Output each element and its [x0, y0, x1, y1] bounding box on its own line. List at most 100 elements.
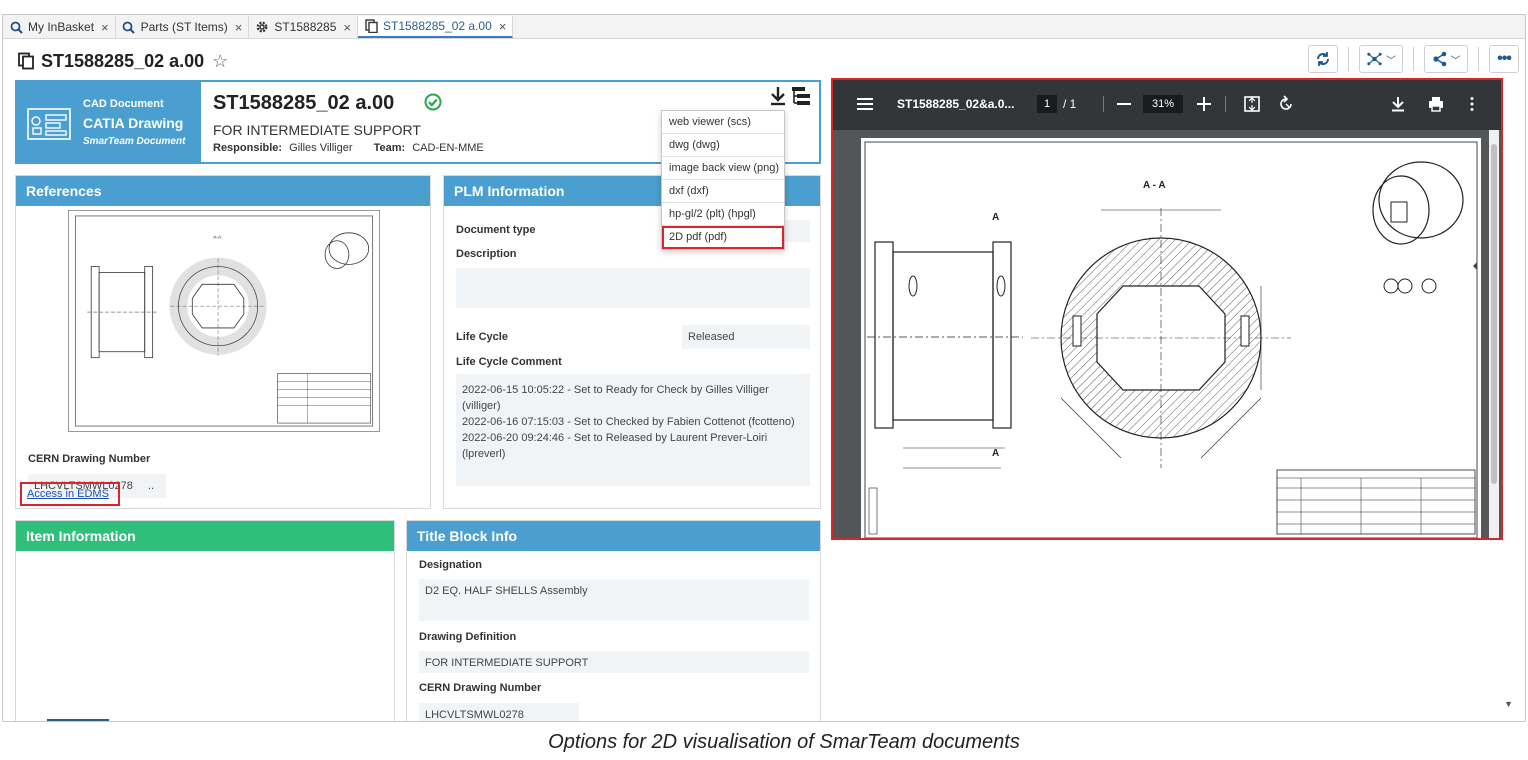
- lifecycle-label: Life Cycle: [456, 331, 508, 343]
- team-value: CAD-EN-MME: [412, 142, 484, 154]
- refresh-button[interactable]: [1308, 45, 1338, 73]
- cern-number-label: CERN Drawing Number: [28, 453, 151, 465]
- item-information-panel: Item Information: [15, 520, 395, 721]
- pdf-toolbar: ST1588285_02&a.0... 1 / 1 31%: [833, 80, 1501, 130]
- title-block-cern-label: CERN Drawing Number: [419, 682, 542, 694]
- drawing-definition-value: FOR INTERMEDIATE SUPPORT: [419, 651, 809, 673]
- tab-label: ST1588285: [274, 20, 337, 34]
- menu-icon[interactable]: [857, 97, 873, 111]
- svg-text:A - A: A - A: [1143, 180, 1166, 191]
- responsible-label: Responsible:: [213, 142, 283, 154]
- designation-label: Designation: [419, 559, 482, 571]
- page-title-row: ST1588285_02 a.00 ☆: [17, 49, 228, 73]
- cad-document-icon: [27, 108, 71, 140]
- download-icon[interactable]: [769, 86, 787, 106]
- document-subtitle: FOR INTERMEDIATE SUPPORT: [213, 122, 421, 138]
- document-copy-icon: [18, 52, 34, 70]
- toolbar-separator: [1478, 47, 1479, 71]
- svg-text:A: A: [992, 448, 999, 459]
- pdf-page-drawing: A A A - A: [861, 138, 1481, 538]
- references-title: References: [16, 176, 430, 206]
- close-icon[interactable]: ×: [101, 20, 109, 35]
- svg-text:A-A: A-A: [213, 235, 222, 241]
- page-total: / 1: [1063, 97, 1077, 111]
- title-block-panel: Title Block Info Designation D2 EQ. HALF…: [406, 520, 821, 721]
- lifecycle-comment-1: 2022-06-15 10:05:22 - Set to Ready for C…: [462, 384, 769, 412]
- drawing-thumbnail[interactable]: A-A: [68, 210, 380, 432]
- references-panel: References A-A CERN Drawing Number LHCVL…: [15, 175, 431, 509]
- chevron-down-icon: ﹀: [1386, 55, 1396, 67]
- tab-label: My InBasket: [28, 20, 95, 34]
- doc-sub: SmarTeam Document: [83, 136, 186, 147]
- tab-st1588285[interactable]: ST1588285 ×: [249, 16, 358, 38]
- download-icon[interactable]: [1389, 95, 1407, 113]
- lifecycle-comments: 2022-06-15 10:05:22 - Set to Ready for C…: [456, 374, 810, 486]
- rotate-icon[interactable]: [1277, 95, 1295, 113]
- share-icon: [1432, 51, 1446, 67]
- menu-item-hpgl[interactable]: hp-gl/2 (plt) (hpgl): [662, 203, 784, 226]
- cern-number-more[interactable]: ..: [148, 480, 154, 492]
- toolbar-separator: [1225, 96, 1226, 112]
- menu-item-png[interactable]: image back view (png): [662, 157, 784, 180]
- search-icon: [9, 20, 23, 34]
- item-information-title: Item Information: [16, 521, 394, 551]
- close-icon[interactable]: ×: [235, 20, 243, 35]
- zoom-out-icon[interactable]: [1115, 95, 1133, 113]
- document-meta: Responsible: Gilles Villiger Team: CAD-E…: [213, 142, 484, 154]
- doc-kind: CAD Document: [83, 98, 164, 110]
- fit-page-icon[interactable]: [1243, 95, 1261, 113]
- tab-my-inbasket[interactable]: My InBasket ×: [3, 16, 116, 38]
- tab-bar: My InBasket × Parts (ST Items) × ST15882…: [3, 15, 1525, 39]
- pdf-vertical-scrollbar[interactable]: [1489, 130, 1499, 538]
- top-toolbar: ﹀ ﹀ •••: [1308, 45, 1519, 73]
- responsible-value: Gilles Villiger: [289, 142, 353, 154]
- horizontal-scroll-indicator[interactable]: [47, 719, 109, 721]
- scroll-thumb[interactable]: [1491, 144, 1497, 484]
- page-number-input[interactable]: 1: [1037, 95, 1057, 113]
- title-block-cern-value: LHCVLTSMWL0278: [419, 703, 579, 721]
- lifecycle-comment-label: Life Cycle Comment: [456, 356, 562, 368]
- document-type-block: CAD Document CATIA Drawing SmarTeam Docu…: [17, 82, 201, 162]
- document-number: ST1588285_02 a.00: [213, 92, 395, 114]
- scroll-down-arrow-icon[interactable]: ▼: [1504, 699, 1513, 709]
- tab-parts[interactable]: Parts (ST Items) ×: [116, 16, 250, 38]
- network-menu-button[interactable]: ﹀: [1359, 45, 1403, 73]
- zoom-in-icon[interactable]: [1195, 95, 1213, 113]
- pdf-viewer: ST1588285_02&a.0... 1 / 1 31% A A A - A: [831, 78, 1503, 540]
- close-icon[interactable]: ×: [499, 19, 507, 34]
- more-options-button[interactable]: •••: [1489, 45, 1519, 73]
- tab-st1588285-02[interactable]: ST1588285_02 a.00 ×: [358, 16, 514, 38]
- doc-type: CATIA Drawing: [83, 115, 184, 131]
- menu-item-dxf[interactable]: dxf (dxf): [662, 180, 784, 203]
- designation-value: D2 EQ. HALF SHELLS Assembly: [419, 579, 809, 621]
- close-icon[interactable]: ×: [343, 20, 351, 35]
- search-icon: [122, 20, 136, 34]
- description-value: [456, 268, 810, 308]
- menu-item-dwg[interactable]: dwg (dwg): [662, 134, 784, 157]
- lifecycle-comment-3: 2022-06-20 09:24:46 - Set to Released by…: [462, 432, 768, 460]
- print-icon[interactable]: [1427, 95, 1445, 113]
- gear-icon: [255, 20, 269, 34]
- toolbar-separator: [1348, 47, 1349, 71]
- figure-caption: Options for 2D visualisation of SmarTeam…: [548, 731, 1020, 753]
- structure-tree-icon[interactable]: [791, 86, 811, 106]
- tab-label: ST1588285_02 a.00: [383, 19, 492, 33]
- zoom-level-input[interactable]: 31%: [1143, 95, 1183, 113]
- menu-item-2d-pdf[interactable]: 2D pdf (pdf): [662, 226, 784, 249]
- toolbar-separator: [1103, 96, 1104, 112]
- released-check-icon: [424, 93, 442, 111]
- access-edms-link[interactable]: Access in EDMS: [20, 482, 120, 506]
- chevron-down-icon: ﹀: [1450, 55, 1461, 67]
- favorite-star-icon[interactable]: ☆: [212, 51, 228, 72]
- more-vertical-icon[interactable]: [1463, 95, 1481, 113]
- share-menu-button[interactable]: ﹀: [1424, 45, 1468, 73]
- toolbar-separator: [1413, 47, 1414, 71]
- page-title: ST1588285_02 a.00: [41, 50, 205, 71]
- menu-item-web-viewer[interactable]: web viewer (scs): [662, 111, 784, 134]
- lifecycle-comment-2: 2022-06-16 07:15:03 - Set to Checked by …: [462, 416, 795, 428]
- title-block-title: Title Block Info: [407, 521, 820, 551]
- tab-label: Parts (ST Items): [140, 20, 228, 34]
- network-icon: [1367, 52, 1382, 66]
- drawing-definition-label: Drawing Definition: [419, 631, 517, 643]
- svg-text:A: A: [992, 212, 999, 223]
